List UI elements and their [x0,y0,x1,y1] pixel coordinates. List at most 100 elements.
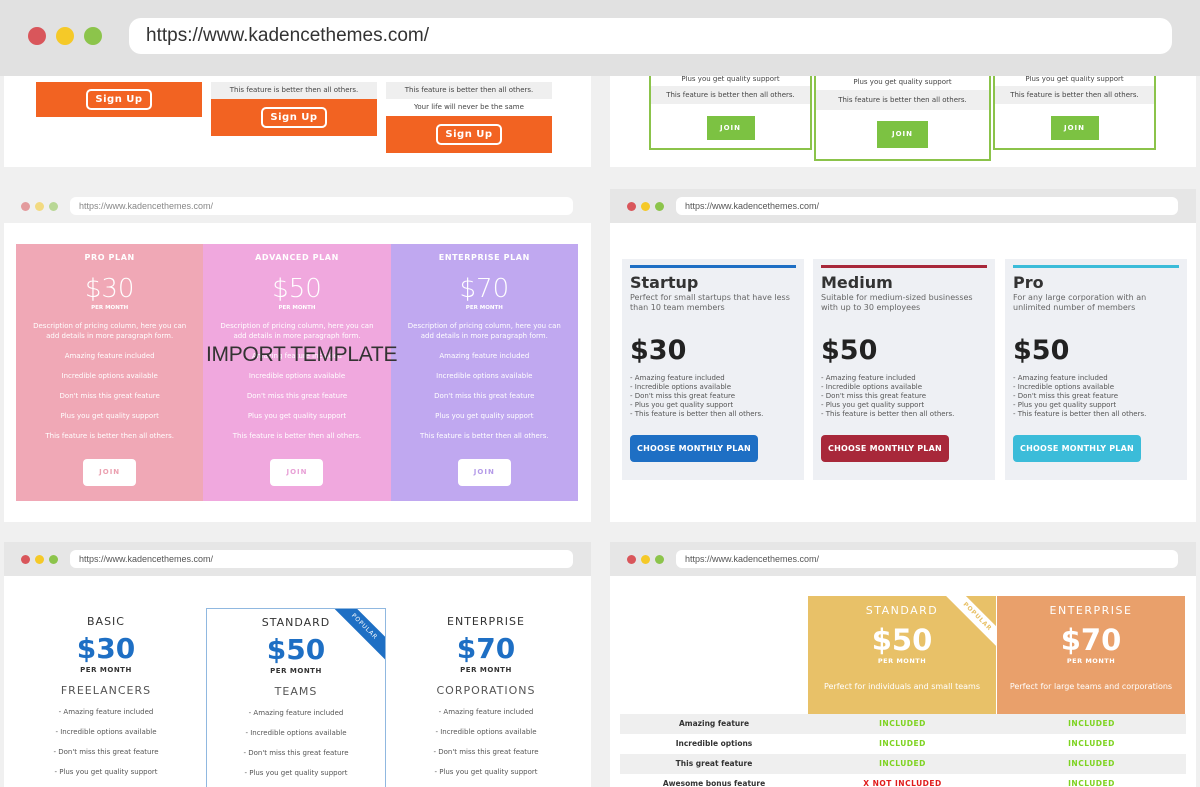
feature-item: Plus you get quality support [247,412,347,420]
status-included: INCLUDED [879,719,926,728]
plan-name: ENTERPRISE PLAN [438,253,530,262]
sign-up-button[interactable]: Sign Up [436,124,502,145]
feature-item: - Plus you get quality support [630,401,734,409]
feature-item: - Plus you get quality support [821,401,925,409]
choose-monthly-plan-button[interactable]: CHOOSE MONTHLY PLAN [821,435,949,462]
plan-audience: FREELANCERS [60,684,152,697]
pricing-card-pro: Pro For any large corporation with an un… [1005,259,1187,480]
join-button[interactable]: JOIN [877,121,928,148]
join-button[interactable]: JOIN [457,459,511,486]
sign-up-button[interactable]: Sign Up [86,89,152,110]
feature-item: This feature is better then all others. [816,90,989,110]
business-pricing-preview: https://www.kadencethemes.com/ Startup P… [610,189,1196,522]
join-button[interactable]: JOIN [83,459,137,486]
price-period: PER MONTH [465,305,503,311]
close-window-icon [627,555,636,564]
green-column-2: Plus you get quality support This featur… [814,76,991,161]
close-window-icon[interactable] [28,27,46,45]
choose-monthly-plan-button[interactable]: CHOOSE MONTHLY PLAN [1013,435,1141,462]
feature-item: - Incredible options available [1013,383,1115,391]
feature-item: - Don't miss this great feature [1013,392,1119,400]
feature-item: - Plus you get quality support [54,768,158,776]
feature-list: - Amazing feature included - Incredible … [821,374,987,419]
plan-description: Suitable for medium-sized businesses wit… [821,293,973,312]
plan-audience: TEAMS [274,685,318,698]
green-column-1: Plus you get quality support This featur… [649,76,812,150]
maximize-window-icon[interactable] [84,27,102,45]
feature-item: - Incredible options available [245,729,347,737]
feature-item: Amazing feature included [439,352,530,360]
feature-label: Incredible options [675,739,753,748]
feature-item: - Don't miss this great feature [630,392,736,400]
feature-item: - This feature is better then all others… [1013,410,1147,418]
feature-item: - Don't miss this great feature [243,749,349,757]
plan-price: $30 [84,274,135,304]
maximize-window-icon [655,202,664,211]
plan-description: Description of pricing column, here you … [220,322,374,340]
price-period: PER MONTH [270,667,322,675]
feature-item: Don't miss this great feature [59,392,160,400]
feature-item: This feature is better then all others. [211,82,377,99]
plan-price: $70 [1060,623,1122,657]
status-included: INCLUDED [1068,739,1115,748]
minimize-window-icon[interactable] [56,27,74,45]
feature-item: Incredible options available [436,372,533,380]
feature-label: Awesome bonus feature [662,779,766,787]
import-template-button[interactable]: IMPORT TEMPLATE [206,343,397,367]
accent-bar [821,265,987,268]
close-window-icon [21,555,30,564]
plan-name: ENTERPRISE [447,615,525,628]
minimize-window-icon [641,555,650,564]
green-column-3: Plus you get quality support This featur… [993,76,1156,150]
feature-item: Don't miss this great feature [246,392,348,400]
minimize-window-icon [35,555,44,564]
mini-browser-toolbar: https://www.kadencethemes.com/ [610,189,1196,223]
plan-audience: CORPORATIONS [436,684,536,697]
feature-item: - Incredible options available [55,728,157,736]
feature-item: Amazing feature included [64,352,155,360]
feature-item: - This feature is better then all others… [821,410,955,418]
plan-name: ADVANCED PLAN [255,253,339,262]
feature-item: Plus you get quality support [681,76,780,83]
blue-pricing-preview: https://www.kadencethemes.com/ BASIC $30… [4,542,591,787]
price-period: PER MONTH [80,666,132,674]
join-button[interactable]: JOIN [1050,116,1099,140]
table-row: Amazing feature INCLUDED INCLUDED [620,714,1186,734]
feature-item: This feature is better then all others. [995,86,1154,104]
address-bar: https://www.kadencethemes.com/ [676,550,1178,568]
green-pricing-preview: Plus you get quality support This featur… [610,76,1196,167]
address-bar[interactable]: https://www.kadencethemes.com/ [129,18,1172,54]
plan-description: Description of pricing column, here you … [407,322,561,340]
plan-price: $50 [266,633,326,666]
price-period: PER MONTH [877,657,927,665]
close-window-icon [627,202,636,211]
plan-description: Perfect for small startups that have les… [630,293,790,312]
feature-item: Incredible options available [248,372,346,380]
address-bar: https://www.kadencethemes.com/ [70,197,573,215]
address-bar: https://www.kadencethemes.com/ [70,550,573,568]
feature-item: This feature is better then all others. [651,86,810,104]
plan-description: Perfect for individuals and small teams [823,682,980,691]
feature-item: - Incredible options available [630,383,732,391]
join-button[interactable]: JOIN [270,459,324,486]
feature-item: - Amazing feature included [821,374,916,382]
feature-list: - Amazing feature included - Incredible … [630,374,796,419]
sign-up-button[interactable]: Sign Up [261,107,327,128]
feature-label: Amazing feature [678,719,750,728]
table-row: This great feature INCLUDED INCLUDED [620,754,1186,774]
pricing-column-advanced: ADVANCED PLAN $50 PER MONTH Description … [203,244,391,501]
pricing-column-standard: POPULAR STANDARD $50 PER MONTH TEAMS - A… [206,608,386,787]
feature-item: - This feature is better then all others… [630,410,764,418]
join-button[interactable]: JOIN [706,116,755,140]
pastel-pricing-preview: https://www.kadencethemes.com/ PRO PLAN … [4,189,591,522]
choose-monthly-plan-button[interactable]: CHOOSE MONTHLY PLAN [630,435,758,462]
pastel-columns: PRO PLAN $30 PER MONTH Description of pr… [16,244,578,501]
plan-price: $30 [630,335,687,366]
price-period: PER MONTH [278,305,316,311]
feature-comparison-rows: Amazing feature INCLUDED INCLUDED Incred… [620,714,1186,787]
plan-name: PRO PLAN [84,253,135,262]
plan-price: $50 [1013,335,1070,366]
status-included: INCLUDED [1068,779,1115,787]
feature-item: Your life will never be the same [414,103,524,111]
plan-name: Pro [1013,273,1044,292]
